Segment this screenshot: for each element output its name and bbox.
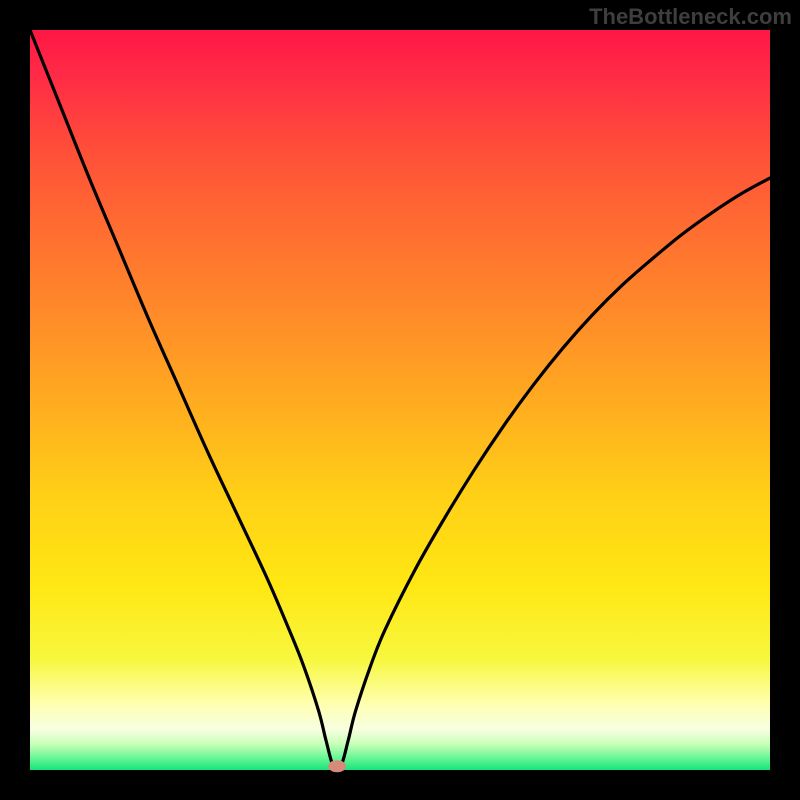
chart-container: TheBottleneck.com bbox=[0, 0, 800, 800]
plot-background bbox=[30, 30, 770, 770]
bottleneck-chart bbox=[0, 0, 800, 800]
minimum-marker bbox=[328, 760, 346, 772]
watermark-text: TheBottleneck.com bbox=[589, 4, 792, 30]
